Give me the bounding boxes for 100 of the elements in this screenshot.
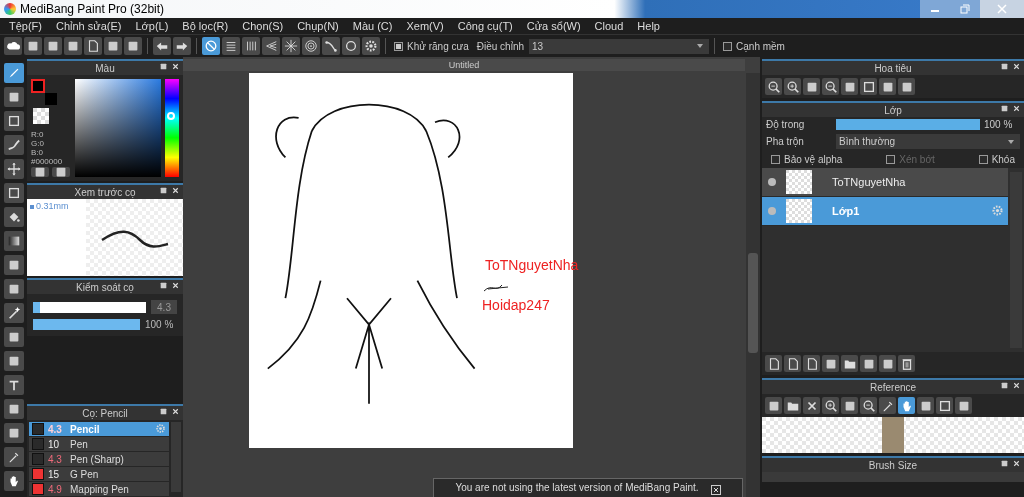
panel-title: Lớp: [884, 104, 902, 116]
color-value: G:0: [31, 139, 45, 148]
layer-name: ToTNguyetNha: [832, 176, 906, 188]
page-button[interactable]: [84, 37, 102, 55]
close-icon: [1012, 62, 1021, 71]
brush-item[interactable]: 4.3 Pen (Sharp): [29, 452, 169, 466]
menu-item[interactable]: Bộ lọc(R): [175, 20, 236, 32]
adjust-dropdown[interactable]: 13: [529, 38, 710, 54]
saturation-picker[interactable]: [75, 79, 161, 177]
checkbox[interactable]: Cạnh mềm: [723, 40, 785, 52]
brush-item[interactable]: 10 Pen: [29, 437, 169, 451]
rays-button[interactable]: [282, 37, 300, 55]
blend-dropdown[interactable]: Bình thường: [836, 134, 1020, 149]
menu-item[interactable]: Xem(V): [399, 20, 451, 32]
lines-icon: [224, 39, 238, 53]
app-logo-icon: [4, 3, 16, 15]
menu-item[interactable]: Tệp(F): [2, 20, 49, 32]
eyedropper-button[interactable]: [879, 397, 896, 414]
square-button[interactable]: [3, 183, 24, 203]
fill-button[interactable]: [3, 207, 24, 227]
notification-text: You are not using the latest version of MediBang Paint.: [455, 482, 699, 493]
square-button[interactable]: [936, 397, 953, 414]
square-button[interactable]: [3, 111, 24, 131]
checkbox[interactable]: Bảo vệ alpha: [771, 154, 843, 165]
curve-button[interactable]: [322, 37, 340, 55]
menu-item[interactable]: Lớp(L): [128, 20, 176, 32]
text-button[interactable]: [3, 375, 24, 395]
layer-item[interactable]: ToTNguyetNha: [762, 168, 1008, 197]
visibility-icon[interactable]: [768, 178, 776, 186]
checkbox[interactable]: Khóa: [978, 154, 1015, 165]
menu-item[interactable]: Chỉnh sửa(E): [49, 20, 129, 32]
stroke-icon: [6, 138, 21, 152]
gradient-button[interactable]: [3, 231, 24, 251]
menu-item[interactable]: Cloud: [587, 20, 631, 32]
opacity-slider[interactable]: [33, 319, 140, 330]
wand-button[interactable]: [3, 303, 24, 323]
undock-icon: [1000, 381, 1009, 390]
menu-item[interactable]: Cửa sổ(W): [519, 20, 588, 32]
close-button[interactable]: [803, 397, 820, 414]
zoom-out-button[interactable]: [822, 78, 839, 95]
menu-item[interactable]: Màu (C): [345, 20, 400, 32]
transparent-swatch[interactable]: [33, 108, 49, 124]
zoom-in-button[interactable]: [784, 78, 801, 95]
folder-button[interactable]: [784, 397, 801, 414]
rings-icon: [304, 39, 318, 53]
eyedropper-button[interactable]: [3, 447, 24, 467]
brush-size-label: 0.31mm: [36, 201, 69, 211]
circle-button[interactable]: [342, 37, 360, 55]
page-button[interactable]: [765, 355, 782, 372]
panel-title: Brush Size: [868, 459, 918, 471]
brush-button[interactable]: [3, 63, 24, 83]
menu-item[interactable]: Chọn(S): [235, 20, 291, 32]
hand-button[interactable]: [3, 471, 24, 491]
cloud-button[interactable]: [4, 37, 22, 55]
wedge-button[interactable]: [262, 37, 280, 55]
gear-icon: [991, 203, 1004, 217]
undock-icon: [1000, 104, 1009, 113]
close-button[interactable]: [710, 485, 721, 495]
opacity-reading: 100 %: [984, 119, 1014, 130]
panel-title: Màu: [95, 62, 115, 74]
page-button[interactable]: [784, 355, 801, 372]
foreground-swatch[interactable]: [31, 79, 45, 93]
folder-button[interactable]: [841, 355, 858, 372]
scrollbar[interactable]: [746, 73, 760, 497]
square-icon: [937, 398, 952, 413]
panel-title: Kiểm soát cọ: [76, 281, 134, 293]
no-button[interactable]: [202, 37, 220, 55]
background-swatch[interactable]: [45, 93, 57, 105]
size-slider[interactable]: [33, 301, 146, 313]
grid-button[interactable]: [242, 37, 260, 55]
hex-value: #000000: [31, 157, 64, 166]
brush-item[interactable]: 15 G Pen: [29, 467, 169, 481]
redo-button[interactable]: [173, 37, 191, 55]
wand-icon: [6, 306, 21, 320]
stroke-button[interactable]: [3, 135, 24, 155]
move-button[interactable]: [3, 159, 24, 179]
lines-button[interactable]: [222, 37, 240, 55]
layer-thumbnail: [786, 170, 812, 194]
menu-item[interactable]: Help: [630, 20, 667, 32]
checkbox[interactable]: Khử răng cưa: [394, 40, 469, 52]
close-icon: [171, 186, 180, 195]
brush-size: 4.3: [48, 453, 63, 465]
brush-item[interactable]: 4.9 Mapping Pen: [29, 482, 169, 496]
zoom-actual-button[interactable]: [765, 78, 782, 95]
menu-item[interactable]: Công cụ(T): [450, 20, 520, 32]
gear-button[interactable]: [362, 37, 380, 55]
color-value: B:0: [31, 148, 44, 157]
rings-button[interactable]: [302, 37, 320, 55]
undo-button[interactable]: [153, 37, 171, 55]
trash-button[interactable]: [898, 355, 915, 372]
document-tab[interactable]: Untitled: [183, 59, 745, 71]
square-button[interactable]: [860, 78, 877, 95]
menu-item[interactable]: Chụp(N): [290, 20, 346, 32]
zoom-in-button[interactable]: [822, 397, 839, 414]
zoom-out-button[interactable]: [860, 397, 877, 414]
caret-icon: [697, 44, 704, 48]
hue-slider[interactable]: [165, 79, 179, 177]
page-button[interactable]: [803, 355, 820, 372]
opacity-slider[interactable]: [836, 119, 980, 130]
zoom-in-icon: [785, 79, 800, 94]
